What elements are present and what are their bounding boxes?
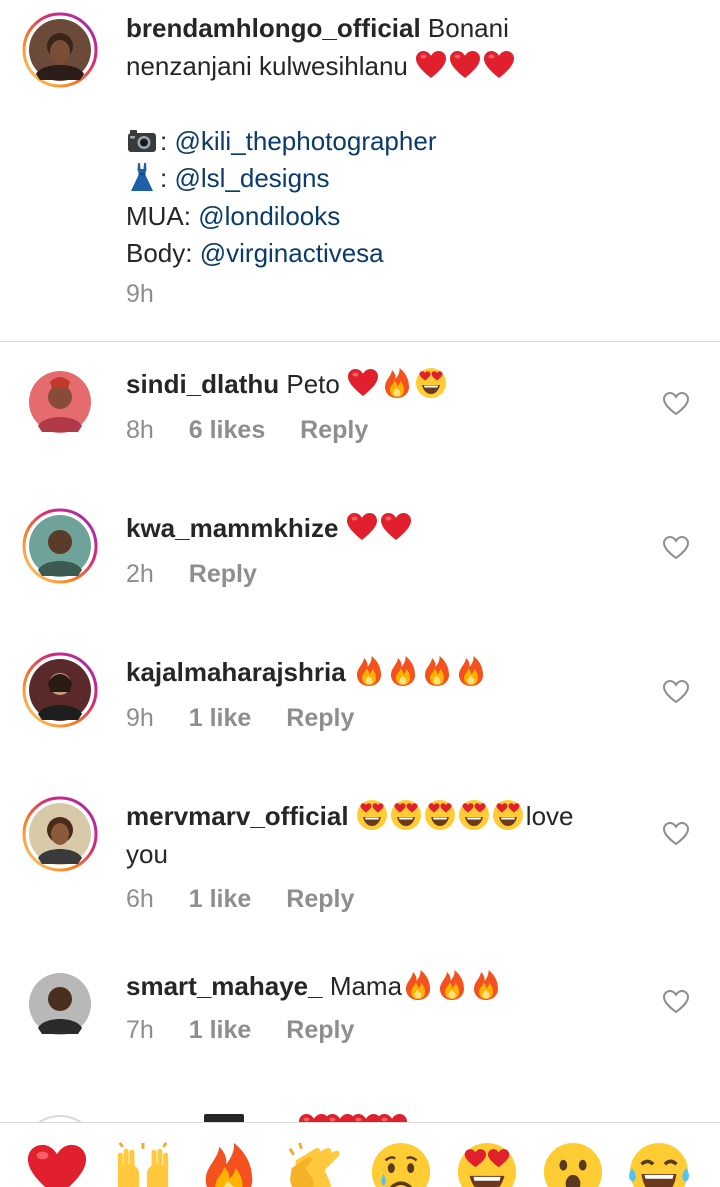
likes-count[interactable]: 6 likes — [189, 416, 265, 444]
comment-meta: 2h Reply — [126, 560, 285, 589]
reply-button[interactable]: Reply — [189, 560, 257, 588]
tears-of-joy-icon[interactable] — [628, 1141, 690, 1187]
comment-meta: 6h 1 like Reply — [126, 885, 382, 914]
credit-dress-sep: : — [160, 163, 168, 193]
username-fragment — [204, 1114, 244, 1122]
heart-eyes-icon — [492, 799, 524, 831]
comment-body: Peto — [286, 369, 340, 399]
avatar[interactable] — [22, 966, 98, 1042]
fire-icon — [436, 969, 468, 1001]
heart-eyes-icon — [415, 367, 447, 399]
red-heart-icon — [299, 1114, 407, 1122]
clapping-hands-icon[interactable] — [284, 1141, 346, 1187]
like-heart-icon[interactable] — [662, 678, 690, 706]
mention-link[interactable]: @lsl_designs — [174, 163, 329, 193]
comment-username[interactable]: kajalmaharajshria — [126, 657, 346, 687]
fire-icon — [402, 969, 434, 1001]
comment-timestamp: 8h — [126, 416, 154, 444]
credit-body-label: Body: — [126, 238, 193, 268]
like-heart-icon[interactable] — [662, 988, 690, 1016]
reply-button[interactable]: Reply — [300, 416, 368, 444]
open-mouth-face-icon[interactable] — [542, 1141, 604, 1187]
comment-text: kajalmaharajshria — [126, 654, 646, 692]
heart-eyes-icon — [424, 799, 456, 831]
red-heart-icon — [346, 511, 378, 543]
reply-button[interactable]: Reply — [286, 1016, 354, 1044]
comment-username[interactable]: kwa_mammkhize — [126, 513, 338, 543]
fire-icon[interactable] — [198, 1141, 260, 1187]
heart-eyes-icon — [458, 799, 490, 831]
avatar — [38, 1115, 82, 1122]
like-heart-icon[interactable] — [662, 390, 690, 418]
avatar[interactable] — [22, 12, 98, 88]
comment-timestamp: 9h — [126, 704, 154, 732]
like-heart-icon[interactable] — [662, 534, 690, 562]
red-heart-icon — [483, 49, 515, 81]
credit-camera-sep: : — [160, 125, 168, 156]
fire-icon — [455, 655, 487, 687]
camera-icon — [126, 124, 158, 156]
red-heart-icon[interactable] — [26, 1141, 88, 1187]
comment-timestamp: 6h — [126, 885, 154, 913]
post-caption: brendamhlongo_official Bonani nenzanjani… — [0, 0, 720, 342]
avatar[interactable] — [22, 796, 98, 872]
caption-username[interactable]: brendamhlongo_official — [126, 13, 421, 43]
comment-timestamp: 2h — [126, 560, 154, 588]
heart-eyes-icon — [356, 799, 388, 831]
caption-text-line1: Bonani — [427, 13, 509, 43]
comment-meta: 7h 1 like Reply — [126, 1016, 382, 1045]
red-heart-icon — [380, 511, 412, 543]
comment-text: mervmarv_official love you — [126, 798, 646, 873]
red-heart-icon — [449, 49, 481, 81]
comment-username[interactable]: sindi_dlathu — [126, 369, 279, 399]
mention-link[interactable]: @londilooks — [198, 201, 340, 231]
comment-timestamp: 7h — [126, 1016, 154, 1044]
fire-icon — [353, 655, 385, 687]
caption-text-line2: nenzanjani kulwesihlanu — [126, 50, 408, 81]
fire-icon — [421, 655, 453, 687]
comment-meta: 8h 6 likes Reply — [126, 416, 396, 445]
likes-count[interactable]: 1 like — [189, 885, 252, 913]
mention-link[interactable]: @kili_thephotographer — [174, 126, 436, 156]
comment-username[interactable]: smart_mahaye_ — [126, 971, 323, 1001]
caption-timestamp: 9h — [126, 280, 154, 308]
raising-hands-icon[interactable] — [112, 1141, 174, 1187]
avatar[interactable] — [22, 364, 98, 440]
likes-count[interactable]: 1 like — [189, 1016, 252, 1044]
comment-text: kwa_mammkhize — [126, 510, 646, 548]
reply-button[interactable]: Reply — [286, 704, 354, 732]
red-heart-icon — [347, 367, 379, 399]
heart-eyes-icon[interactable] — [456, 1141, 518, 1187]
dress-icon — [126, 161, 158, 193]
like-heart-icon[interactable] — [662, 820, 690, 848]
comment-text: smart_mahaye_ Mama — [126, 968, 646, 1006]
credit-mua-label: MUA: — [126, 200, 191, 231]
quick-reaction-bar — [0, 1122, 720, 1187]
fire-icon — [381, 367, 413, 399]
avatar[interactable] — [22, 652, 98, 728]
crying-face-icon[interactable] — [370, 1141, 432, 1187]
reply-button[interactable]: Reply — [286, 885, 354, 913]
heart-eyes-icon — [390, 799, 422, 831]
comment-text: sindi_dlathu Peto — [126, 366, 646, 404]
divider — [0, 341, 720, 342]
likes-count[interactable]: 1 like — [189, 704, 252, 732]
comment-body: love — [525, 801, 574, 831]
comment-username[interactable]: mervmarv_official — [126, 801, 349, 831]
comment-body: Mama — [329, 971, 403, 1001]
comment-item-partial — [0, 1100, 720, 1122]
fire-icon — [387, 655, 419, 687]
caption-text: brendamhlongo_official Bonani nenzanjani… — [126, 10, 696, 273]
comment-body-cont: you — [126, 838, 168, 869]
red-heart-icon — [415, 49, 447, 81]
comment-meta: 9h 1 like Reply — [126, 704, 382, 733]
avatar[interactable] — [22, 508, 98, 584]
mention-link[interactable]: @virginactivesa — [200, 238, 384, 268]
fire-icon — [470, 969, 502, 1001]
